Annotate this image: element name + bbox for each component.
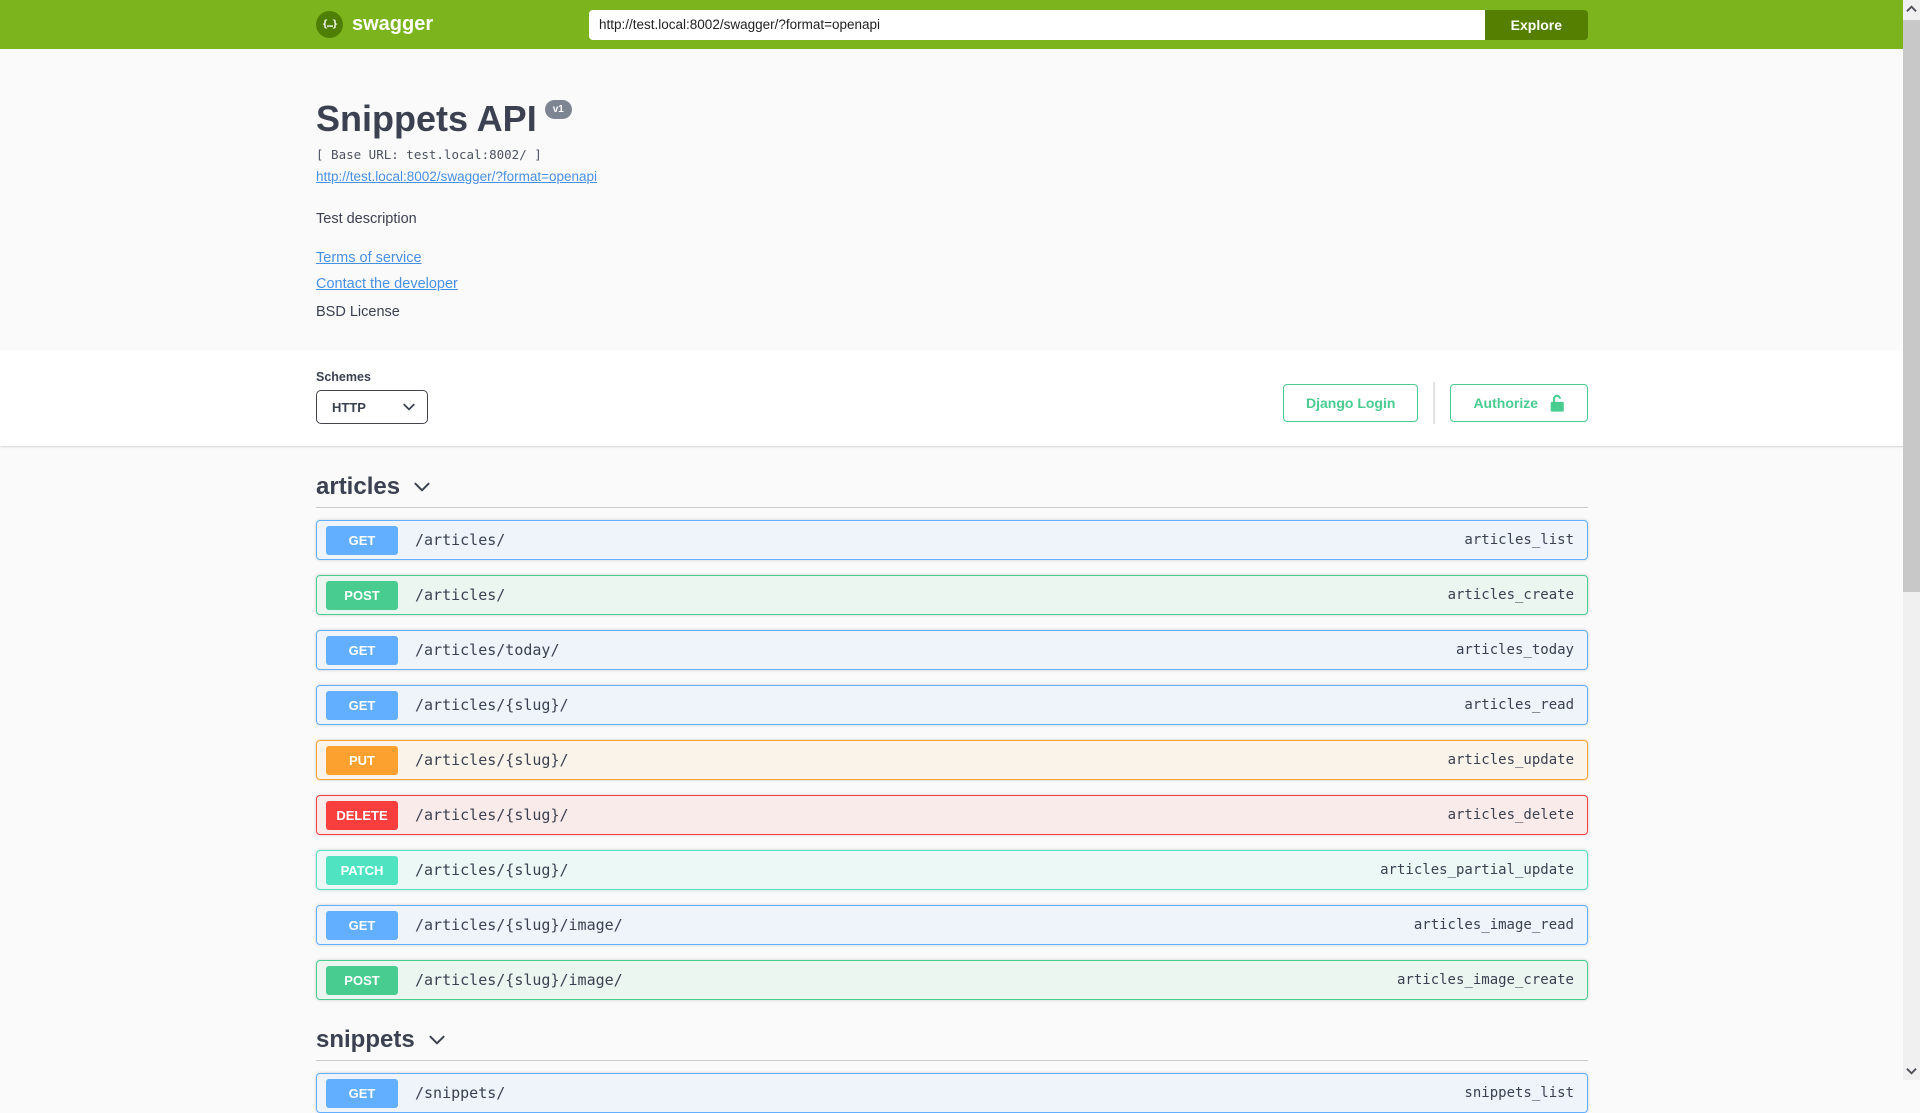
chevron-down-icon [403, 403, 415, 411]
op-path: /articles/{slug}/ [415, 751, 569, 769]
swagger-logo-icon: {…} [316, 11, 343, 38]
opblock-articles-partial-update[interactable]: PATCH /articles/{slug}/ articles_partial… [316, 850, 1588, 890]
scroll-up-icon[interactable] [1903, 0, 1920, 18]
page-title: Snippets API v1 [316, 98, 572, 140]
method-badge: GET [326, 910, 398, 940]
operations-main: articles GET /articles/ articles_list PO… [316, 446, 1588, 1113]
section-divider [316, 1060, 1588, 1061]
vertical-scrollbar [1903, 0, 1920, 1080]
scheme-selected-value: HTTP [332, 399, 366, 415]
brand-name: swagger [352, 13, 434, 35]
opblock-articles-read[interactable]: GET /articles/{slug}/ articles_read [316, 685, 1588, 725]
section-divider [316, 507, 1588, 508]
opblock-articles-delete[interactable]: DELETE /articles/{slug}/ articles_delete [316, 795, 1588, 835]
version-badge: v1 [544, 100, 572, 119]
chevron-down-icon[interactable] [426, 1029, 448, 1051]
terms-of-service-link[interactable]: Terms of service [316, 250, 422, 266]
opblock-articles-today[interactable]: GET /articles/today/ articles_today [316, 630, 1588, 670]
scheme-container: Schemes HTTP Django Login Authorize [0, 350, 1920, 446]
op-id: articles_partial_update [1380, 862, 1574, 878]
op-id: articles_delete [1447, 807, 1574, 823]
chevron-down-icon[interactable] [411, 476, 433, 498]
op-path: /snippets/ [415, 1084, 506, 1102]
django-login-button[interactable]: Django Login [1283, 384, 1419, 422]
op-path: /articles/{slug}/ [415, 806, 569, 824]
method-badge: PUT [326, 745, 398, 775]
op-path: /articles/ [415, 586, 506, 604]
method-badge: POST [326, 580, 398, 610]
op-id: articles_image_read [1413, 917, 1574, 933]
op-path: /articles/{slug}/image/ [415, 971, 623, 989]
method-badge: GET [326, 690, 398, 720]
authorize-button[interactable]: Authorize [1450, 384, 1588, 422]
op-id: articles_create [1447, 587, 1574, 603]
schemes-label: Schemes [316, 370, 371, 384]
spec-link[interactable]: http://test.local:8002/swagger/?format=o… [316, 169, 597, 184]
api-title-text: Snippets API [316, 98, 537, 139]
op-path: /articles/{slug}/ [415, 861, 569, 879]
topbar: {…} swagger Explore [0, 0, 1920, 49]
method-badge: GET [326, 635, 398, 665]
op-id: articles_update [1447, 752, 1574, 768]
scroll-down-icon[interactable] [1903, 1062, 1920, 1080]
license-text: BSD License [316, 304, 400, 320]
opblock-articles-list[interactable]: GET /articles/ articles_list [316, 520, 1588, 560]
opblock-snippets-list[interactable]: GET /snippets/ snippets_list [316, 1073, 1588, 1113]
opblock-articles-image-read[interactable]: GET /articles/{slug}/image/ articles_ima… [316, 905, 1588, 945]
op-id: articles_list [1464, 532, 1574, 548]
op-id: articles_today [1455, 642, 1574, 658]
op-path: /articles/{slug}/image/ [415, 916, 623, 934]
op-path: /articles/ [415, 531, 506, 549]
scheme-select[interactable]: HTTP [316, 390, 428, 424]
op-id: snippets_list [1464, 1085, 1574, 1101]
authorize-label: Authorize [1473, 395, 1538, 411]
section-snippets-title: snippets [316, 1026, 415, 1053]
op-id: articles_image_create [1396, 972, 1574, 988]
method-badge: GET [326, 1078, 398, 1108]
opblock-articles-update[interactable]: PUT /articles/{slug}/ articles_update [316, 740, 1588, 780]
scrollbar-thumb[interactable] [1903, 20, 1920, 592]
info-section: Snippets API v1 [ Base URL: test.local:8… [316, 49, 1588, 350]
schemes-block: Schemes HTTP [316, 370, 428, 424]
api-description: Test description [316, 211, 417, 227]
base-url: [ Base URL: test.local:8002/ ] [316, 147, 542, 162]
auth-divider [1433, 382, 1436, 424]
opblock-articles-create[interactable]: POST /articles/ articles_create [316, 575, 1588, 615]
section-articles: articles GET /articles/ articles_list PO… [316, 473, 1588, 1000]
method-badge: GET [326, 525, 398, 555]
section-snippets-header[interactable]: snippets [316, 1026, 1588, 1054]
lock-open-icon [1550, 394, 1564, 412]
op-path: /articles/{slug}/ [415, 696, 569, 714]
section-articles-title: articles [316, 473, 401, 500]
section-snippets: snippets GET /snippets/ snippets_list [316, 1026, 1588, 1113]
django-login-label: Django Login [1306, 395, 1396, 411]
swagger-logo[interactable]: {…} swagger [316, 11, 433, 38]
opblock-articles-image-create[interactable]: POST /articles/{slug}/image/ articles_im… [316, 960, 1588, 1000]
op-id: articles_read [1464, 697, 1574, 713]
op-path: /articles/today/ [415, 641, 560, 659]
section-articles-header[interactable]: articles [316, 473, 1588, 501]
auth-wrapper: Django Login Authorize [1283, 382, 1588, 424]
spec-url-input[interactable] [589, 9, 1485, 40]
explore-button[interactable]: Explore [1484, 9, 1588, 40]
contact-developer-link[interactable]: Contact the developer [316, 276, 458, 292]
spec-url-form: Explore [589, 9, 1588, 40]
method-badge: PATCH [326, 855, 398, 885]
method-badge: POST [326, 965, 398, 995]
method-badge: DELETE [326, 800, 398, 830]
